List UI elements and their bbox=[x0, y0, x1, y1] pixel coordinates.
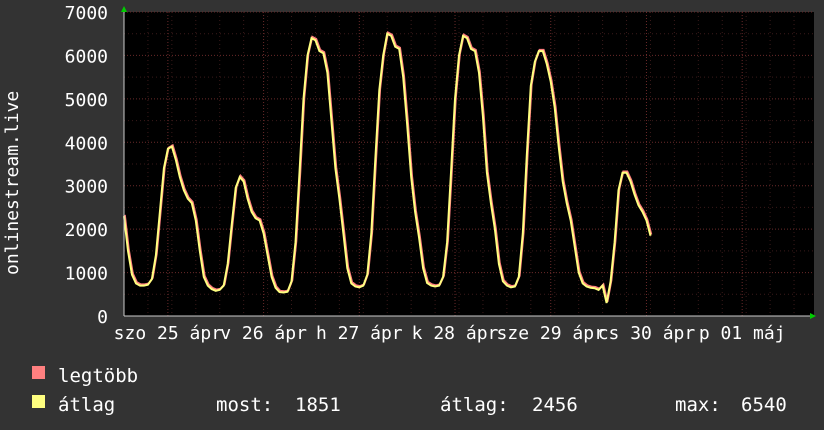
legend-swatch-avg bbox=[32, 395, 45, 408]
chart: 0 1000 2000 3000 4000 5000 6000 7000 szo 25 ápr… bbox=[0, 0, 824, 430]
x-tick-label: szo 25 ápr bbox=[114, 323, 223, 344]
x-tick-label: k 28 ápr bbox=[412, 323, 499, 344]
stat-now-label: most: bbox=[216, 394, 273, 416]
y-tick-label: 6000 bbox=[65, 46, 108, 67]
stat-avg-label: átlag: bbox=[440, 394, 509, 416]
x-tick-label: h 27 ápr bbox=[316, 323, 403, 344]
x-tick-label: v 26 ápr bbox=[220, 323, 307, 344]
y-tick-label: 1000 bbox=[65, 264, 108, 285]
y-tick-label: 2000 bbox=[65, 220, 108, 241]
legend-label-max: legtöbb bbox=[58, 365, 138, 387]
y-tick-label: 4000 bbox=[65, 133, 108, 154]
stat-max-label: max: bbox=[675, 394, 721, 416]
y-tick-label: 3000 bbox=[65, 177, 108, 198]
y-tick-label: 5000 bbox=[65, 90, 108, 111]
legend-swatch-max bbox=[32, 366, 45, 379]
x-tick-label: cs 30 ápr bbox=[598, 323, 696, 344]
y-tick-label: 0 bbox=[97, 307, 108, 328]
stat-avg-value: 2456 bbox=[532, 394, 578, 416]
x-tick-label: p 01 máj bbox=[699, 323, 786, 344]
x-tick-label: sze 29 ápr bbox=[497, 323, 606, 344]
stat-max-value: 6540 bbox=[741, 394, 787, 416]
x-axis-ticks: szo 25 áprv 26 ápr h 27 ápr k 28 áprsze 29… bbox=[114, 323, 786, 344]
stat-now-value: 1851 bbox=[295, 394, 341, 416]
y-axis-label: onlinestream.live bbox=[2, 91, 23, 275]
y-tick-label: 7000 bbox=[65, 3, 108, 24]
legend-label-avg: átlag bbox=[58, 394, 115, 416]
